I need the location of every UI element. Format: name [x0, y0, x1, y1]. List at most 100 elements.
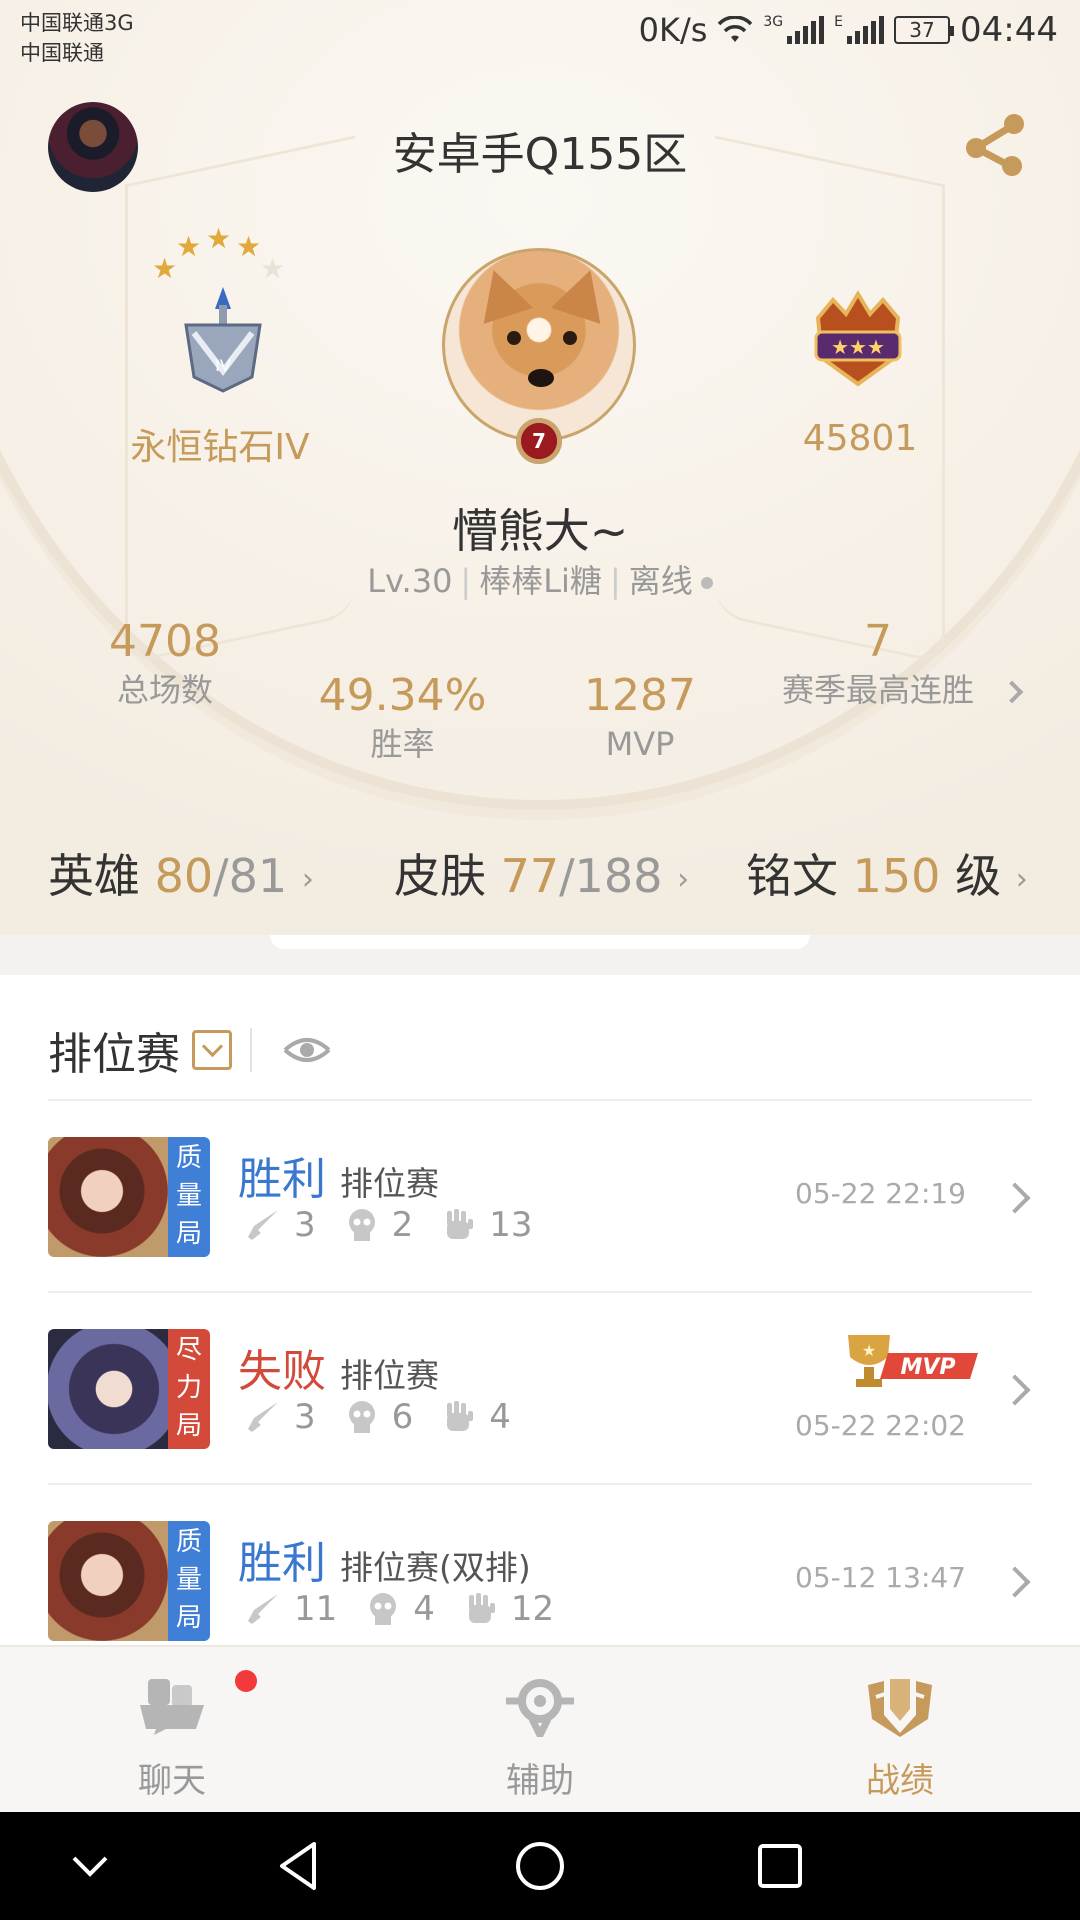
kda: 3 6 4 — [244, 1397, 537, 1437]
status-icons: 0K/s 3G E 37 04:44 — [639, 10, 1058, 50]
home-icon[interactable] — [508, 1834, 572, 1898]
rank-stars: ★ ★ ★ ★ ★ — [150, 222, 290, 285]
skull-icon — [348, 1401, 375, 1433]
match-result: 失败 — [238, 1346, 326, 1397]
kills: 3 — [294, 1397, 316, 1437]
heroes-total: /81 — [213, 849, 288, 903]
match-row[interactable]: 质 量 局 胜利 排位赛(双排) 11 4 12 05-12 13:47 — [48, 1521, 1032, 1641]
list-header: 排位赛 — [48, 1015, 332, 1085]
stat-label: 胜率 — [370, 725, 435, 763]
combat-power-icon[interactable]: ★★★ — [798, 288, 918, 388]
tag-char: 质 — [175, 1527, 202, 1557]
eye-icon[interactable] — [282, 1034, 332, 1066]
chevron-down-icon[interactable] — [58, 1834, 122, 1898]
star-empty-icon: ★ — [260, 252, 286, 285]
chevron-right-icon — [999, 1566, 1031, 1598]
net-speed: 0K/s — [638, 11, 708, 49]
match-row[interactable]: 质 量 局 胜利 排位赛 3 2 13 05-22 22:19 — [48, 1137, 1032, 1257]
star-icon: ★ — [176, 230, 202, 263]
player-nickname: 懵熊大~ — [451, 504, 629, 558]
tag-char: 局 — [175, 1219, 202, 1249]
tab-label: 战绩 — [866, 1761, 934, 1801]
player-guild[interactable]: 棒棒Li糖 — [479, 562, 602, 600]
assist-hand-icon — [447, 1401, 474, 1431]
stat-value: 7 — [864, 616, 892, 667]
match-quality-tag: 质 量 局 — [168, 1521, 210, 1641]
chat-icon — [140, 1679, 204, 1735]
rank-name: 永恒钻石IV — [130, 427, 310, 468]
skull-icon — [348, 1209, 375, 1241]
stat-label: 赛季最高连胜 — [781, 671, 974, 709]
share-icon[interactable] — [960, 110, 1030, 180]
chevron-right-icon — [999, 1374, 1031, 1406]
assists: 12 — [510, 1589, 555, 1629]
section-divider — [0, 935, 1080, 975]
net-type-label-2: E — [834, 14, 844, 30]
heroes-label: 英雄 — [48, 849, 140, 903]
star-icon: ★ — [206, 222, 232, 255]
offline-dot-icon — [700, 577, 713, 589]
skins-count[interactable]: 皮肤 77/188 › — [394, 840, 689, 906]
assist-icon — [506, 1679, 574, 1737]
online-status: 离线 — [628, 562, 693, 600]
dog-eye-right — [563, 331, 577, 345]
svg-text:★: ★ — [862, 1341, 876, 1360]
mvp-trophy-icon: ★ MVP — [848, 1335, 978, 1387]
match-mode: 排位赛(双排) — [340, 1548, 531, 1587]
chevron-right-icon: › — [301, 862, 314, 897]
tag-char: 力 — [175, 1373, 202, 1403]
chevron-right-icon: › — [1015, 862, 1028, 897]
divider — [48, 1099, 1032, 1101]
match-quality-tag: 尽 力 局 — [168, 1329, 210, 1449]
match-type-title[interactable]: 排位赛 — [48, 1018, 180, 1082]
stat-value: 1287 — [584, 670, 696, 721]
assist-hand-icon — [447, 1209, 474, 1239]
star-icon: ★ — [152, 252, 178, 285]
chevron-right-icon — [999, 1182, 1031, 1214]
carrier-info: 中国联通3G 中国联通 — [20, 8, 134, 68]
separator: | — [609, 562, 621, 600]
tab-record[interactable]: 战绩 — [800, 1647, 1000, 1814]
chevron-down-icon[interactable] — [192, 1030, 232, 1070]
net-type-label: 3G — [763, 14, 784, 30]
match-mode: 排位赛 — [340, 1356, 439, 1395]
stat-value: 49.34% — [318, 670, 487, 721]
server-name: 安卓手Q155区 — [392, 129, 688, 180]
rune-label: 铭文 — [746, 849, 838, 903]
match-quality-tag: 质 量 局 — [168, 1137, 210, 1257]
tag-char: 尽 — [175, 1335, 202, 1365]
svg-text:★★★: ★★★ — [831, 335, 885, 359]
hero-portrait — [48, 1329, 168, 1449]
sword-icon — [248, 1402, 278, 1432]
deaths: 4 — [413, 1589, 435, 1629]
heroes-count[interactable]: 英雄 80/81 › — [48, 840, 314, 906]
dog-eye-left — [507, 331, 521, 345]
kills: 3 — [294, 1205, 316, 1245]
match-time: 05-22 22:02 — [795, 1409, 966, 1442]
recents-icon[interactable] — [748, 1834, 812, 1898]
match-row[interactable]: 尽 力 局 失败 排位赛 3 6 4 ★ MVP 05-22 22:02 — [48, 1329, 1032, 1449]
match-result: 胜利 — [238, 1538, 326, 1589]
stat-best-streak[interactable]: 7 赛季最高连胜 — [760, 616, 996, 712]
stat-label: MVP — [605, 725, 675, 763]
rune-level[interactable]: 铭文 150 级 › — [746, 840, 1028, 906]
separator: | — [460, 562, 472, 600]
chevron-right-icon: › — [677, 862, 690, 897]
dog-ear-left — [468, 262, 534, 324]
tag-char: 量 — [175, 1181, 202, 1211]
match-time: 05-22 22:19 — [795, 1177, 966, 1210]
tag-char: 局 — [175, 1411, 202, 1441]
back-icon[interactable] — [268, 1834, 332, 1898]
hero-portrait — [48, 1137, 168, 1257]
divider — [48, 1291, 1032, 1293]
main-avatar[interactable] — [442, 248, 636, 442]
carrier-line-1: 中国联通3G — [20, 11, 134, 35]
signal-bars-icon-2 — [847, 16, 885, 44]
tab-assist[interactable]: 辅助 — [440, 1647, 640, 1814]
bottom-navigation: 聊天 辅助 战绩 — [0, 1645, 1080, 1812]
diamond-rank-icon[interactable]: IV — [178, 285, 268, 395]
collection-counts: 英雄 80/81 › 皮肤 77/188 › 铭文 150 级 › — [0, 840, 1080, 910]
skins-total: /188 — [559, 849, 663, 903]
sword-icon — [248, 1210, 278, 1240]
stat-label: 总场数 — [116, 671, 213, 709]
